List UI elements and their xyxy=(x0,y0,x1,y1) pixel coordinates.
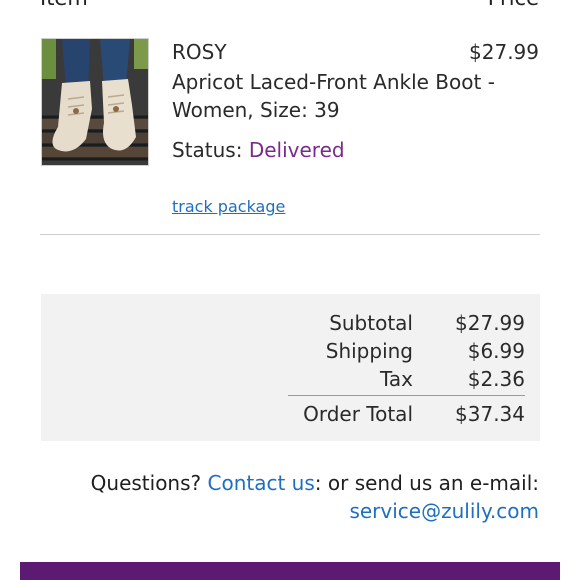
subtotal-row: Subtotal $27.99 xyxy=(41,309,540,337)
product-name[interactable]: Apricot Laced-Front Ankle Boot - Women, … xyxy=(172,68,502,124)
boot-photo-image xyxy=(42,39,148,165)
tax-row: Tax $2.36 xyxy=(41,365,540,393)
order-totals-box: Subtotal $27.99 Shipping $6.99 Tax $2.36… xyxy=(41,294,540,441)
questions-text: Questions? xyxy=(90,471,202,495)
order-total-row: Order Total $37.34 xyxy=(41,400,540,428)
email-prompt-text: : or send us an e-mail: xyxy=(314,471,539,495)
track-package-link[interactable]: track package xyxy=(172,197,285,217)
contact-section: Questions? Contact us: or send us an e-m… xyxy=(59,469,539,525)
contact-line: Questions? Contact us: or send us an e-m… xyxy=(59,469,539,497)
shipping-label: Shipping xyxy=(325,339,413,363)
product-brand: ROSY xyxy=(172,40,227,64)
tax-value: $2.36 xyxy=(467,367,525,391)
order-total-value: $37.34 xyxy=(455,402,525,426)
item-divider xyxy=(40,234,540,235)
item-column-header: Item xyxy=(40,0,88,10)
status-label: Status: xyxy=(172,138,243,162)
price-column-header: Price xyxy=(488,0,539,10)
item-price: $27.99 xyxy=(469,40,539,64)
shipping-row: Shipping $6.99 xyxy=(41,337,540,365)
contact-us-link[interactable]: Contact us xyxy=(208,471,315,495)
totals-rule xyxy=(288,395,525,396)
order-total-label: Order Total xyxy=(303,402,413,426)
tax-label: Tax xyxy=(380,367,413,391)
order-status: Status: Delivered xyxy=(172,137,345,163)
subtotal-label: Subtotal xyxy=(329,311,413,335)
order-details-page: Item Price R xyxy=(0,0,580,580)
subtotal-value: $27.99 xyxy=(455,311,525,335)
status-value-delivered: Delivered xyxy=(248,138,345,162)
shipping-value: $6.99 xyxy=(467,339,525,363)
footer-bar xyxy=(20,562,560,580)
support-email-link[interactable]: service@zulily.com xyxy=(349,499,539,523)
product-thumbnail[interactable] xyxy=(41,38,149,166)
